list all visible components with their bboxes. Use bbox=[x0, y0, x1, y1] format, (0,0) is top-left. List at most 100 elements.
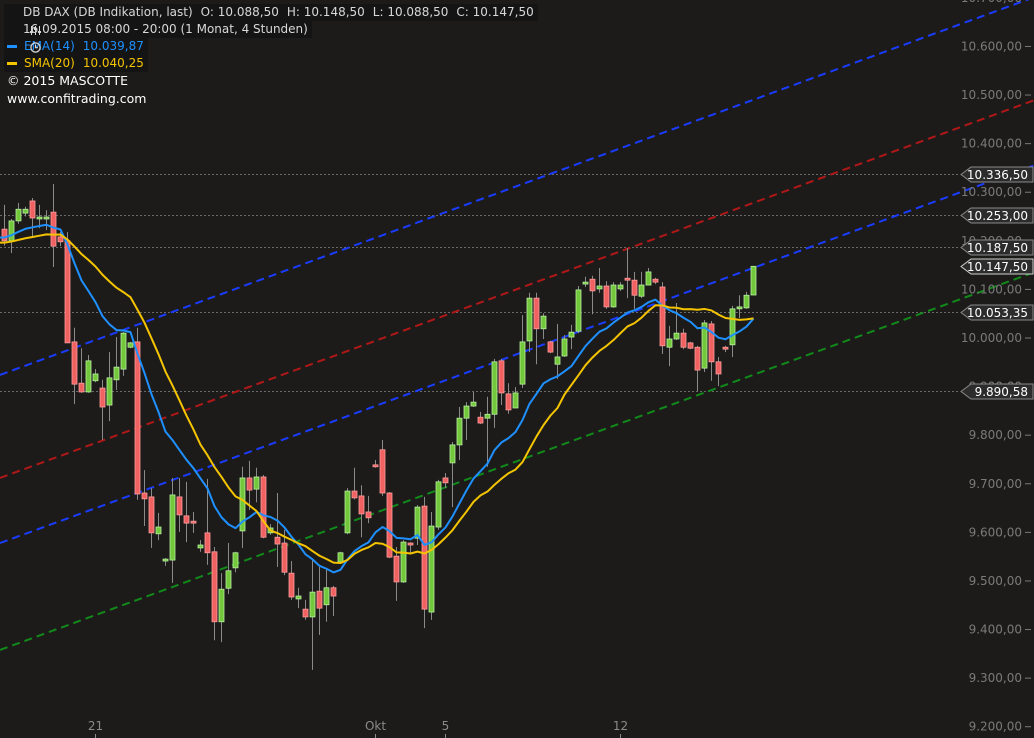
candle-body bbox=[358, 495, 365, 515]
candle-body bbox=[337, 552, 344, 563]
candle-body bbox=[491, 361, 498, 415]
candle-body bbox=[113, 366, 120, 381]
instrument-name: DB DAX (DB Indikation, last) bbox=[23, 5, 193, 19]
candle-down bbox=[603, 281, 610, 309]
candle-up bbox=[169, 477, 176, 583]
price-tag-label: 10.147,50 bbox=[967, 260, 1028, 274]
candle-up bbox=[540, 313, 547, 339]
candle-body bbox=[141, 492, 148, 500]
candle-body bbox=[225, 570, 232, 589]
sma-line bbox=[0, 233, 754, 565]
candle-body bbox=[561, 338, 568, 357]
price-level-tag: 10.053,35 bbox=[960, 304, 1034, 321]
candle-body bbox=[169, 494, 176, 561]
candle-down bbox=[358, 485, 365, 538]
candle-body bbox=[617, 284, 624, 290]
candle-body bbox=[400, 541, 407, 583]
candle-down bbox=[141, 470, 148, 527]
candle-up bbox=[309, 560, 316, 670]
candle-up bbox=[92, 369, 99, 383]
candle-up bbox=[645, 268, 652, 286]
candle-body bbox=[414, 506, 421, 539]
y-tick-label: 9.400,00 bbox=[969, 623, 1022, 637]
candle-body bbox=[232, 552, 239, 569]
candle-up bbox=[512, 387, 519, 409]
candle-up bbox=[225, 543, 232, 595]
candle-body bbox=[624, 277, 631, 281]
x-axis: 21 Okt 5 12 bbox=[88, 719, 628, 738]
clock-icon bbox=[7, 24, 41, 53]
legend-sma[interactable]: SMA(20) 10.040,25 bbox=[4, 55, 148, 72]
price-tag-label: 9.890,58 bbox=[975, 385, 1028, 399]
chart-info-panel: DB DAX (DB Indikation, last) O: 10.088,5… bbox=[4, 4, 538, 108]
candle-up bbox=[743, 291, 750, 309]
candle-body bbox=[120, 332, 127, 370]
candle-body bbox=[729, 308, 736, 346]
candle-body bbox=[78, 382, 85, 393]
candle-up bbox=[323, 569, 330, 622]
candle-up bbox=[232, 551, 239, 573]
candle-up bbox=[15, 202, 22, 224]
candle-body bbox=[750, 265, 757, 296]
candle-up bbox=[596, 268, 603, 293]
period-text: 16.09.2015 08:00 - 20:00 (1 Monat, 4 Stu… bbox=[23, 22, 308, 36]
candle-body bbox=[743, 294, 750, 309]
x-tick-label: Okt bbox=[365, 719, 386, 733]
x-tick-label: 12 bbox=[613, 719, 628, 733]
candle-up bbox=[400, 540, 407, 583]
candle-body bbox=[393, 555, 400, 583]
y-tick-label: 10.600,00 bbox=[961, 39, 1022, 53]
horizontal-levels bbox=[0, 174, 958, 392]
candle-down bbox=[330, 585, 337, 616]
candle-body bbox=[148, 496, 155, 534]
candle-down bbox=[316, 566, 323, 635]
candle-down bbox=[442, 473, 449, 489]
candle-up bbox=[295, 587, 302, 609]
candle-up bbox=[155, 512, 162, 541]
candle-down bbox=[302, 599, 309, 620]
candle-down bbox=[589, 275, 596, 315]
candle-body bbox=[85, 360, 92, 393]
candle-body bbox=[253, 476, 260, 490]
candle-up bbox=[120, 332, 127, 376]
candle-up bbox=[463, 402, 470, 441]
candle-down bbox=[393, 546, 400, 601]
candle-body bbox=[57, 236, 64, 243]
candle-body bbox=[162, 558, 169, 562]
candle-down bbox=[1, 204, 8, 246]
bars-settings-icon[interactable] bbox=[7, 7, 41, 35]
candle-down bbox=[379, 440, 386, 496]
y-tick-label: 10.400,00 bbox=[961, 137, 1022, 151]
candle-down bbox=[29, 198, 36, 237]
candle-down bbox=[533, 292, 540, 365]
candlestick-chart[interactable]: 10.700,00 10.600,00 10.500,00 10.400,00 10.3… bbox=[0, 0, 1034, 738]
candle-down bbox=[477, 411, 484, 425]
candle-up bbox=[253, 467, 260, 503]
candle-body bbox=[603, 285, 610, 308]
candle-up bbox=[435, 479, 442, 530]
candle-up bbox=[428, 511, 435, 620]
candle-body bbox=[533, 297, 540, 330]
y-tick-label: 9.500,00 bbox=[969, 574, 1022, 588]
candle-body bbox=[519, 341, 526, 385]
candle-body bbox=[470, 401, 477, 407]
candle-down bbox=[288, 561, 295, 600]
candle-body bbox=[344, 490, 351, 534]
candle-up bbox=[113, 337, 120, 390]
price-level-tag: 10.336,50 bbox=[960, 166, 1034, 183]
candle-body bbox=[449, 444, 456, 464]
instrument-header: DB DAX (DB Indikation, last) O: 10.088,5… bbox=[4, 4, 538, 35]
candle-down bbox=[99, 379, 106, 441]
candle-up bbox=[85, 355, 92, 393]
price-level-tag: 10.187,50 bbox=[960, 239, 1034, 256]
candle-body bbox=[183, 515, 190, 524]
candle-body bbox=[155, 526, 162, 535]
y-tick-label: 9.800,00 bbox=[969, 428, 1022, 442]
candle-down bbox=[722, 345, 729, 353]
candle-down bbox=[260, 475, 267, 539]
candle-body bbox=[64, 240, 71, 344]
candle-body bbox=[288, 572, 295, 598]
candle-body bbox=[645, 271, 652, 286]
candle-body bbox=[22, 208, 29, 214]
candle-body bbox=[260, 476, 267, 538]
